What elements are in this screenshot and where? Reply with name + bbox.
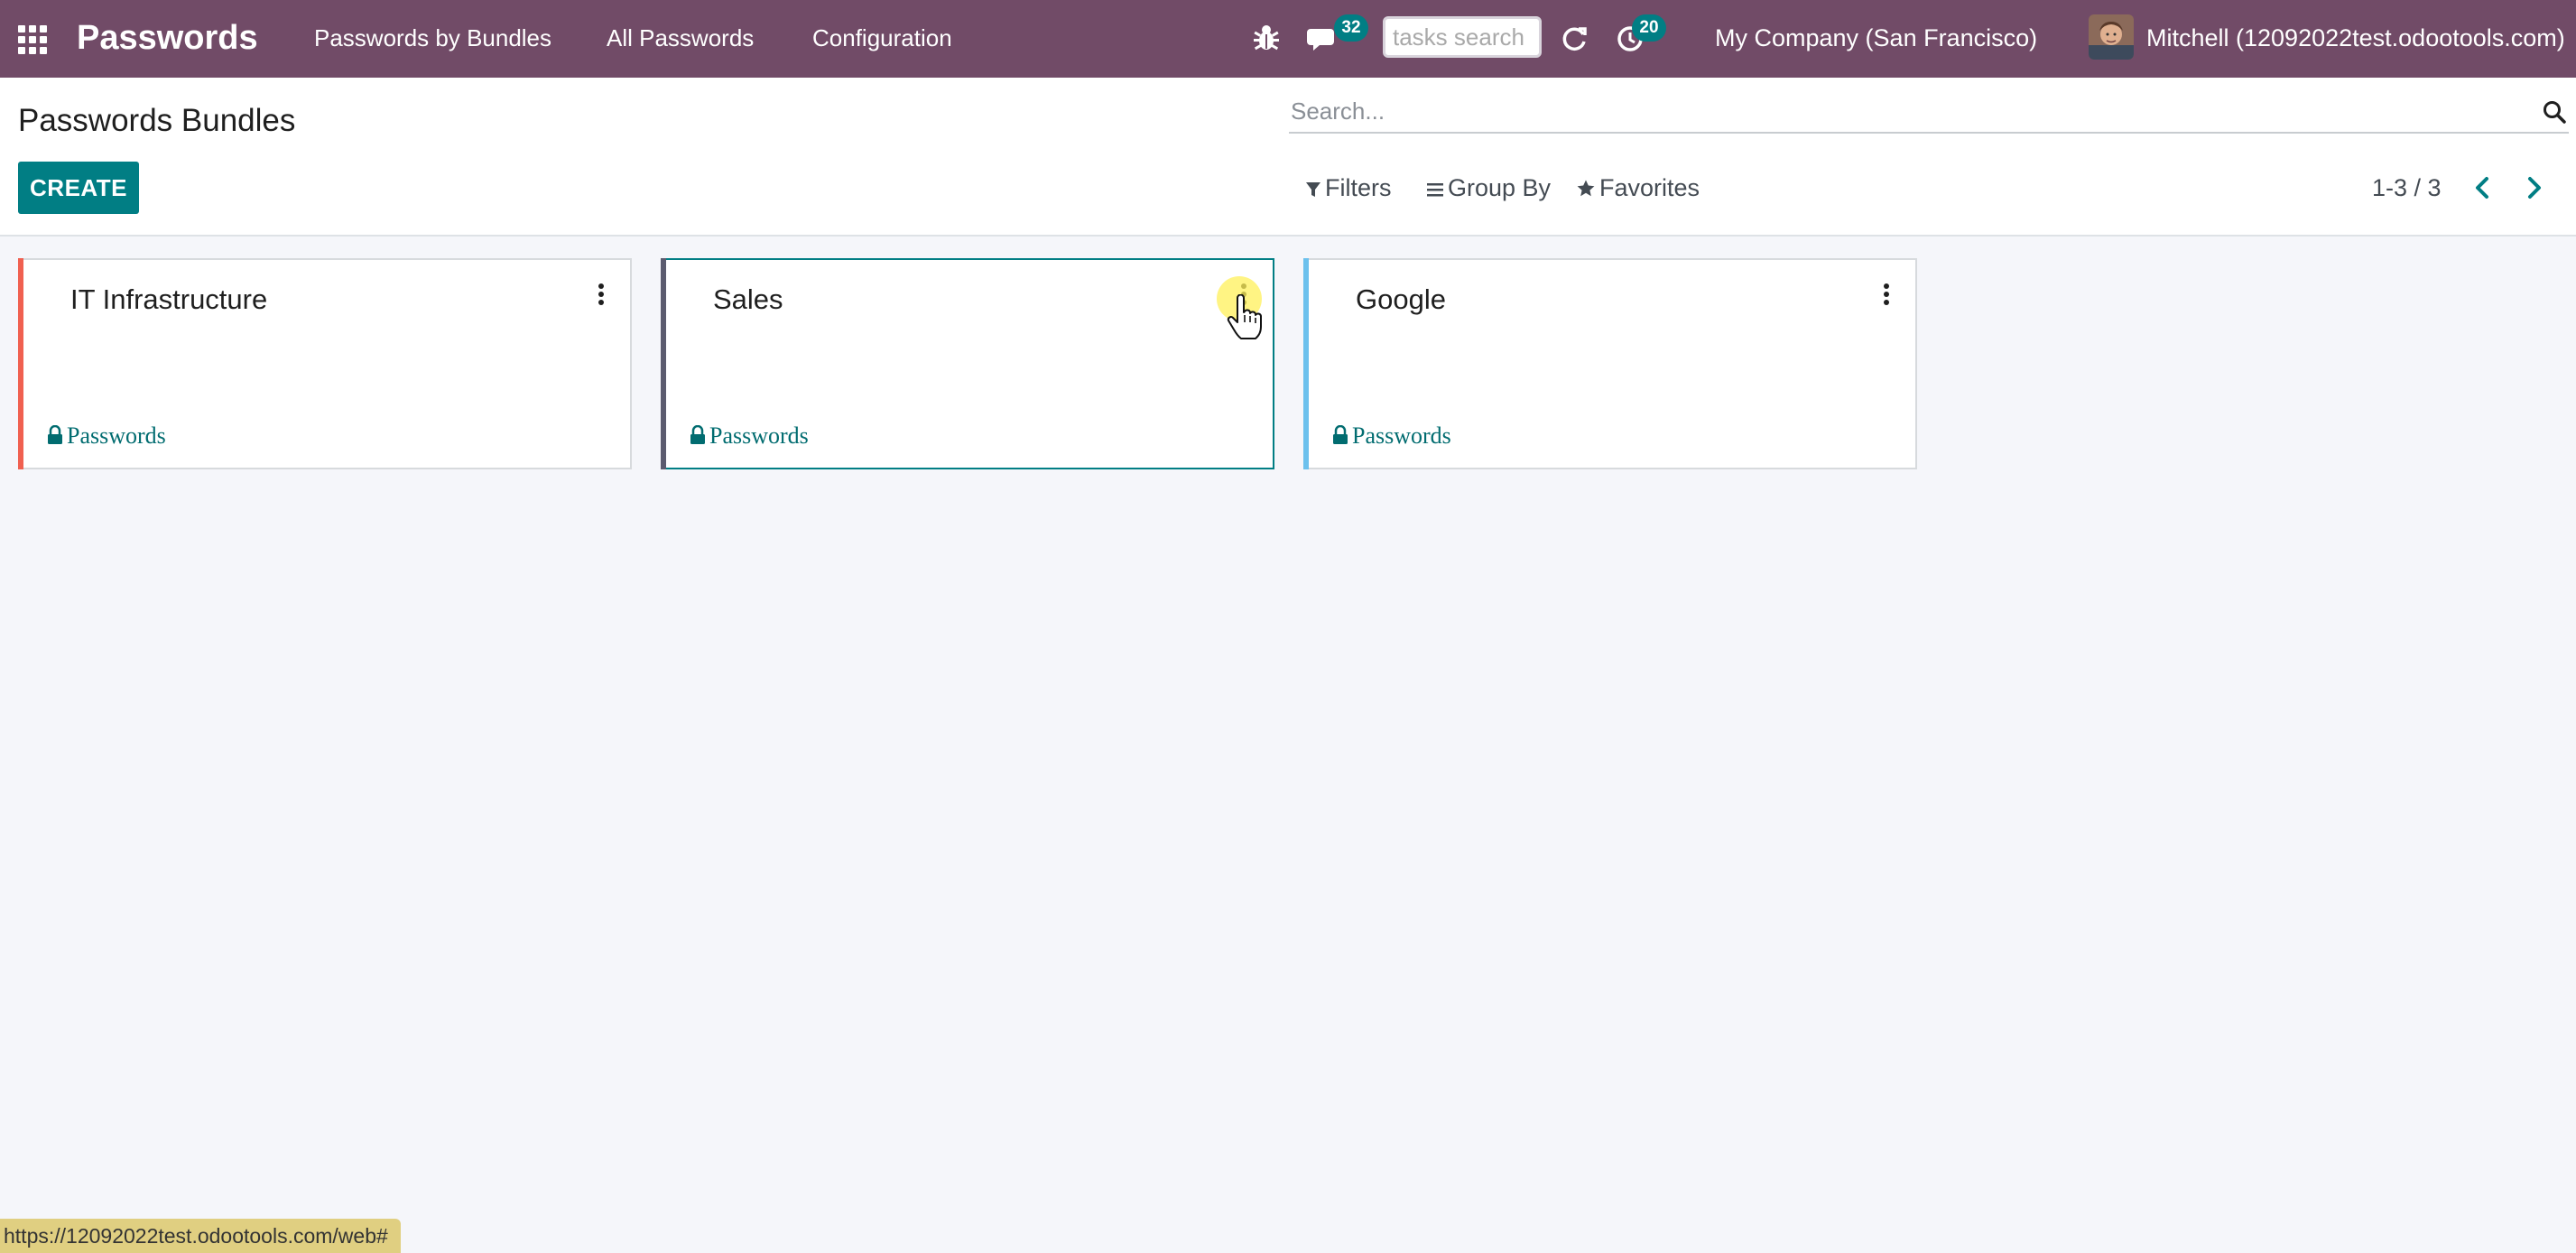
app-title[interactable]: Passwords: [77, 16, 258, 60]
passwords-link-label: Passwords: [1352, 422, 1451, 449]
kanban-card-it-infrastructure[interactable]: IT Infrastructure Passwords: [18, 258, 632, 469]
pager-value[interactable]: 1-3 / 3: [2372, 172, 2442, 204]
filters-button[interactable]: Filters: [1305, 172, 1392, 204]
user-menu[interactable]: Mitchell (12092022test.odootools.com): [2146, 22, 2565, 54]
passwords-link-label: Passwords: [709, 422, 809, 449]
kanban-card-google[interactable]: Google Passwords: [1303, 258, 1917, 469]
group-by-label: Group By: [1448, 174, 1552, 201]
card-title: Google: [1356, 283, 1446, 315]
hand-cursor-icon: [1226, 293, 1262, 341]
search-icon[interactable]: [2542, 99, 2567, 125]
lock-icon: [1333, 424, 1348, 444]
pager-previous-icon[interactable]: [2468, 172, 2498, 204]
bug-icon[interactable]: [1251, 22, 1283, 54]
pager-next-icon[interactable]: [2518, 172, 2549, 204]
card-title: IT Infrastructure: [70, 283, 268, 315]
kanban-card-sales[interactable]: Sales Passwords: [661, 258, 1274, 469]
control-panel: Passwords Bundles CREATE Filters Group B…: [0, 78, 2576, 237]
menu-passwords-by-bundles[interactable]: Passwords by Bundles: [314, 22, 551, 54]
page-title: Passwords Bundles: [18, 103, 296, 138]
passwords-link-label: Passwords: [67, 422, 166, 449]
activities-count-badge: 20: [1632, 14, 1666, 42]
search-input[interactable]: [1289, 92, 2520, 130]
lock-icon: [48, 424, 62, 444]
card-color-bar: [1303, 258, 1309, 469]
passwords-link[interactable]: Passwords: [47, 421, 166, 451]
passwords-link[interactable]: Passwords: [690, 421, 809, 451]
list-icon: [1427, 183, 1443, 197]
card-menu-icon[interactable]: [1879, 280, 1894, 311]
card-color-bar: [18, 258, 23, 469]
card-title: Sales: [713, 283, 783, 315]
passwords-link[interactable]: Passwords: [1332, 421, 1451, 451]
star-icon: [1577, 180, 1595, 197]
messages-count-badge: 32: [1334, 14, 1368, 42]
tasks-search-input[interactable]: [1383, 16, 1542, 58]
search-bar: [1289, 92, 2569, 134]
card-color-bar: [661, 258, 666, 469]
filters-label: Filters: [1325, 174, 1392, 201]
favorites-label: Favorites: [1599, 174, 1700, 201]
top-navbar: Passwords Passwords by Bundles All Passw…: [0, 0, 2576, 78]
menu-all-passwords[interactable]: All Passwords: [607, 22, 754, 54]
user-avatar[interactable]: [2089, 14, 2134, 60]
company-switcher[interactable]: My Company (San Francisco): [1715, 22, 2037, 54]
card-menu-icon[interactable]: [594, 280, 608, 311]
lock-icon: [690, 424, 705, 444]
apps-grid-icon[interactable]: [16, 23, 49, 56]
create-button[interactable]: CREATE: [18, 162, 139, 214]
status-bar-url: https://12092022test.odootools.com/web#: [0, 1219, 401, 1253]
filter-icon: [1306, 182, 1320, 197]
favorites-button[interactable]: Favorites: [1576, 172, 1700, 204]
menu-configuration[interactable]: Configuration: [812, 22, 952, 54]
group-by-button[interactable]: Group By: [1426, 172, 1551, 204]
refresh-icon[interactable]: [1558, 22, 1590, 54]
